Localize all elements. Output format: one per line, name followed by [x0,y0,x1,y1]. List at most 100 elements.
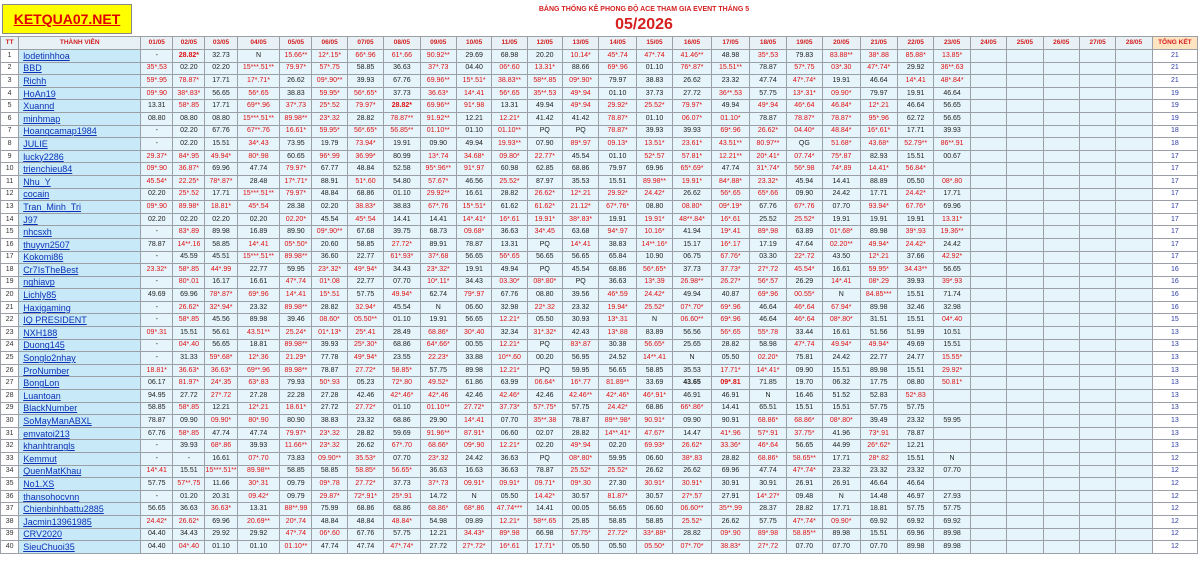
member-name-link[interactable]: NXH188 [18,326,142,340]
score-cell: 32.98 [933,300,971,315]
member-name-link[interactable]: SieuChuoi35 [18,540,142,554]
score-cell: 19.91* [526,212,563,227]
score-cell: 32.94* [346,300,385,315]
score-cell: 39.56 [561,288,600,302]
score-cell: 56.65 [933,99,971,113]
score-cell: 67.76* [896,200,935,214]
site-logo[interactable]: KETQUA07.NET [2,4,132,34]
member-name-link[interactable]: QuenMatKhau [18,464,142,479]
member-name-link[interactable]: Xuannd [18,99,142,113]
score-cell: 49.94 [455,137,493,151]
score-cell [969,225,1008,239]
score-cell: 12*.21 [859,99,899,113]
member-name-link[interactable]: nghiavp [18,275,142,290]
score-cell [1115,389,1153,403]
member-name-link[interactable]: Lichly85 [18,288,142,302]
member-name-link[interactable]: Duong145 [18,338,142,353]
member-name-link[interactable]: khanhtrangls [18,439,142,453]
score-cell: 15.51 [896,452,935,466]
score-cell: 56*.57 [749,275,787,290]
member-name-link[interactable]: emvatoi213 [18,426,142,441]
score-cell: 09.79 [279,477,313,491]
score-cell: 12.21* [491,313,528,328]
score-cell: 01.10 [204,540,238,554]
member-name-link[interactable]: J97 [18,212,142,227]
member-name-link[interactable]: Chienbinhbattu2885 [18,502,142,516]
score-cell [1006,376,1044,391]
score-cell [1078,200,1117,214]
member-name-link[interactable]: thansohocvnn [18,489,142,504]
member-name-link[interactable]: Cr7IsTheBest [18,263,142,277]
score-cell: 09*.90 [710,527,751,542]
score-cell [1078,452,1117,466]
score-cell [1042,250,1080,265]
member-name-link[interactable]: JULIE [18,137,142,151]
score-cell [1078,288,1117,302]
row-number: 37 [0,502,20,516]
score-cell: 06.60** [672,313,712,328]
member-name-link[interactable]: CRV2020 [18,527,142,542]
member-name-link[interactable]: No1.XS [18,477,142,491]
member-name-link[interactable]: minhmap [18,111,142,126]
score-cell [1078,389,1117,403]
member-name-link[interactable]: BongLon [18,376,142,391]
score-cell: 07.70 [859,540,899,554]
score-cell: 79.97* [279,426,313,441]
member-name-link[interactable]: Jacmin13961985 [18,514,142,529]
member-name-link[interactable]: cocain [18,187,142,202]
score-cell: 59.69 [383,426,421,441]
member-name-link[interactable]: Kemmut [18,452,142,466]
member-name-link[interactable]: Hoangcamap1984 [18,124,142,139]
row-number: 38 [0,514,20,529]
member-name-link[interactable]: Luantoan [18,389,142,403]
score-cell: 12.21* [491,111,528,126]
member-name-link[interactable]: Haxigaming [18,300,142,315]
score-cell: 38*.88 [859,49,899,63]
score-cell: 21.12* [561,200,600,214]
member-name-link[interactable]: lodetinhhoa [18,49,142,63]
score-cell: 47*.74* [859,61,899,76]
member-name-link[interactable]: SoMayManABXL [18,414,142,428]
score-cell: 58*.85 [172,426,206,441]
member-name-link[interactable]: Nhu_Y [18,174,142,189]
member-name-link[interactable]: Songlo2nhay [18,351,142,365]
member-name-link[interactable]: thuyvn2507 [18,237,142,252]
row-number: 17 [0,250,20,265]
score-cell: 15***.51** [236,111,281,126]
score-cell: 56*.65 [236,86,281,101]
member-name-link[interactable]: Tran_Minh_Tri [18,200,142,214]
member-name-link[interactable]: nhcsxh [18,225,142,239]
score-cell: 49*.94 [561,439,600,453]
score-cell: 29.87* [311,489,348,504]
score-cell: 13*.88 [598,326,637,340]
member-name-link[interactable]: Richh [18,74,142,88]
member-name-link[interactable]: BBD [18,61,142,76]
score-cell: 23.61* [672,137,712,151]
member-name-link[interactable]: HoAn19 [18,86,142,101]
score-cell [1078,124,1117,139]
score-cell: 29.92* [598,187,637,202]
member-name-link[interactable]: Kokomi86 [18,250,142,265]
member-name-link[interactable]: trienchieu84 [18,162,142,176]
score-cell [1042,174,1080,189]
score-cell: 67.76 [140,426,174,441]
score-cell: 78.87 [140,237,174,252]
member-name-link[interactable]: BlackNumber [18,401,142,416]
member-name-link[interactable]: lucky2286 [18,149,142,164]
score-cell [1042,351,1080,365]
score-cell: 49.52* [419,376,457,391]
score-cell: 15.51 [859,527,899,542]
score-cell [1078,326,1117,340]
member-name-link[interactable]: ProNumber [18,363,142,378]
score-cell: 61*.66 [383,49,421,63]
score-cell: 45.56 [204,313,238,328]
score-cell: 06.32 [822,376,861,391]
score-cell: 89.98 [859,363,899,378]
score-cell: 68.86* [419,502,457,516]
score-cell [969,477,1008,491]
score-cell: 49*.94* [346,351,385,365]
member-name-link[interactable]: IQ PRESIDENT [18,313,142,328]
score-cell: 25.52* [785,212,824,227]
score-cell [1006,363,1044,378]
score-cell [1078,149,1117,164]
